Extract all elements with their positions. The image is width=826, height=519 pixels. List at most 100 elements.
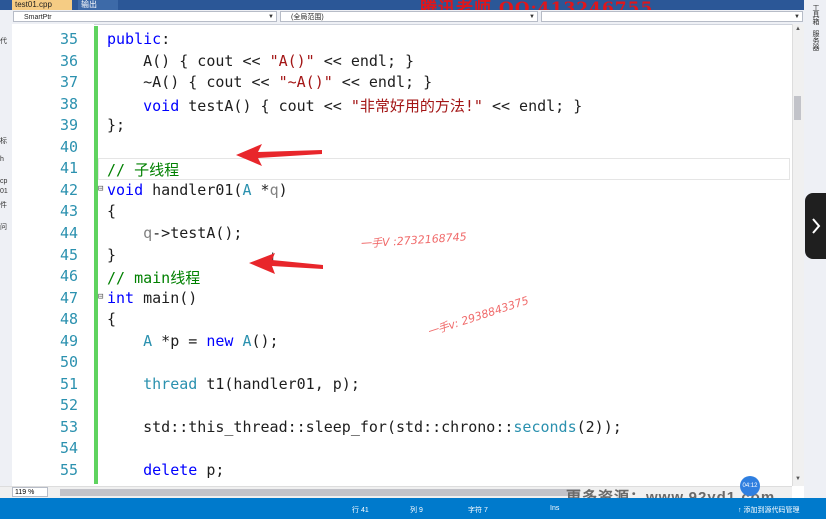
left-strip-label[interactable]: 标 <box>0 136 7 146</box>
code-line[interactable]: { <box>107 202 116 220</box>
line-number: 52 <box>59 396 78 414</box>
code-line[interactable]: }; <box>107 116 125 134</box>
server-explorer-tab[interactable]: 服务器 <box>810 30 820 51</box>
line-number: 42 <box>59 181 78 199</box>
code-line[interactable]: { <box>107 310 116 328</box>
code-token: << endl; } <box>332 73 433 91</box>
vertical-scrollbar[interactable] <box>792 24 804 486</box>
code-token: // main <box>107 269 171 287</box>
code-line[interactable]: ~A() { cout << "~A()" << endl; } <box>107 73 432 91</box>
line-number: 39 <box>59 116 78 134</box>
chevron-right-icon <box>812 218 821 234</box>
collapse-icon[interactable]: ⊟ <box>98 292 103 302</box>
change-tracking-bar <box>94 26 98 484</box>
code-token: : <box>161 30 171 48</box>
code-token: handler01( <box>143 181 243 199</box>
chevron-down-icon: ▼ <box>794 14 800 20</box>
code-token: main() <box>134 289 198 307</box>
line-number: 47 <box>59 289 78 307</box>
member-dropdown[interactable]: (全局范围) ▼ <box>280 11 538 22</box>
function-dropdown[interactable]: ▼ <box>541 11 803 22</box>
code-line[interactable]: void testA() { cout << "非常好用的方法!" << end… <box>107 95 582 116</box>
collapse-icon[interactable]: ⊟ <box>98 184 103 194</box>
code-token: delete <box>143 461 198 479</box>
code-line[interactable]: // 子线程 <box>107 159 179 180</box>
line-number: 41 <box>59 159 78 177</box>
tab-output[interactable]: 输出 <box>78 0 118 10</box>
horizontal-scrollbar-thumb[interactable] <box>60 489 580 496</box>
red-arrow-annotation <box>249 253 323 274</box>
line-number: 55 <box>59 461 78 479</box>
line-number: 43 <box>59 202 78 220</box>
code-token: A <box>242 181 252 199</box>
left-strip-label[interactable]: 01 <box>0 188 8 195</box>
right-panel-strip: 工具箱 服务器 <box>804 0 826 519</box>
line-number: 46 <box>59 267 78 285</box>
line-number: 40 <box>59 138 78 156</box>
line-number: 51 <box>59 375 78 393</box>
zoom-dropdown[interactable]: 119 % <box>12 487 48 497</box>
source-control-label: 添加到源代码管理 <box>743 507 800 514</box>
left-strip-label[interactable]: 代 <box>0 36 7 46</box>
handwritten-watermark: 一手v: 2938843375 <box>425 293 531 339</box>
code-token: A <box>143 332 153 350</box>
code-line[interactable]: A *p = new A(); <box>107 332 278 350</box>
code-line[interactable]: int main() <box>107 289 197 307</box>
scroll-down-icon[interactable]: ▼ <box>795 476 801 482</box>
code-token: thread <box>143 375 198 393</box>
code-line[interactable]: thread t1(handler01, p); <box>107 375 360 393</box>
code-token: * <box>251 181 270 199</box>
code-token: 子线程 <box>134 161 180 179</box>
code-token: << endl; } <box>314 52 415 70</box>
code-line[interactable]: // main线程 <box>107 267 200 288</box>
vertical-scrollbar-thumb[interactable] <box>794 96 801 120</box>
source-control-button[interactable]: ↑ 添加到源代码管理 <box>738 505 799 515</box>
tab-test01-cpp[interactable]: test01.cpp <box>12 0 72 10</box>
status-column: 列 9 <box>410 507 423 514</box>
line-number: 49 <box>59 332 78 350</box>
left-strip-label[interactable]: 问 <box>0 222 7 232</box>
code-token: A() { cout << <box>107 52 270 70</box>
chevron-down-icon: ▼ <box>268 14 274 20</box>
code-token: "A()" <box>269 52 315 70</box>
code-token: q <box>143 224 153 242</box>
code-token: { <box>107 310 117 328</box>
code-token: new <box>206 332 234 350</box>
left-strip-label[interactable]: 件 <box>0 200 7 210</box>
left-strip-label[interactable]: cp <box>0 178 7 185</box>
code-line[interactable]: void handler01(A *q) <box>107 181 288 199</box>
code-token: ~A() { cout << <box>107 73 279 91</box>
scope-dropdown-value: SmartPtr <box>24 14 52 21</box>
member-dropdown-value: (全局范围) <box>291 14 324 21</box>
code-token: << endl; } <box>482 97 583 115</box>
code-token: { <box>107 202 117 220</box>
code-token: p; <box>197 461 225 479</box>
side-panel-handle[interactable] <box>805 193 826 259</box>
toolbox-tab[interactable]: 工具箱 <box>810 4 820 25</box>
code-line[interactable]: public: <box>107 30 170 48</box>
navigation-bar: SmartPtr ▼ (全局范围) ▼ ▼ <box>0 10 826 25</box>
scope-dropdown[interactable]: SmartPtr ▼ <box>13 11 277 22</box>
code-token: void <box>107 181 144 199</box>
code-line[interactable]: q->testA(); <box>107 224 242 242</box>
code-line[interactable]: A() { cout << "A()" << endl; } <box>107 52 414 70</box>
line-number: 35 <box>59 30 78 48</box>
code-token: seconds <box>513 418 577 436</box>
code-token: *p = <box>152 332 207 350</box>
document-tab-bar: test01.cpp 输出 <box>0 0 826 10</box>
scroll-up-icon[interactable]: ▲ <box>795 26 801 32</box>
code-line[interactable]: } <box>107 246 116 264</box>
line-number: 36 <box>59 52 78 70</box>
chevron-down-icon: ▼ <box>529 14 535 20</box>
line-number: 44 <box>59 224 78 242</box>
status-insert-mode: Ins <box>550 505 560 512</box>
left-strip-label[interactable]: h <box>0 156 4 163</box>
code-line[interactable]: delete p; <box>107 461 224 479</box>
code-token: public <box>107 30 162 48</box>
code-line[interactable]: std::this_thread::sleep_for(std::chrono:… <box>107 418 622 436</box>
code-token: (2)); <box>576 418 622 436</box>
